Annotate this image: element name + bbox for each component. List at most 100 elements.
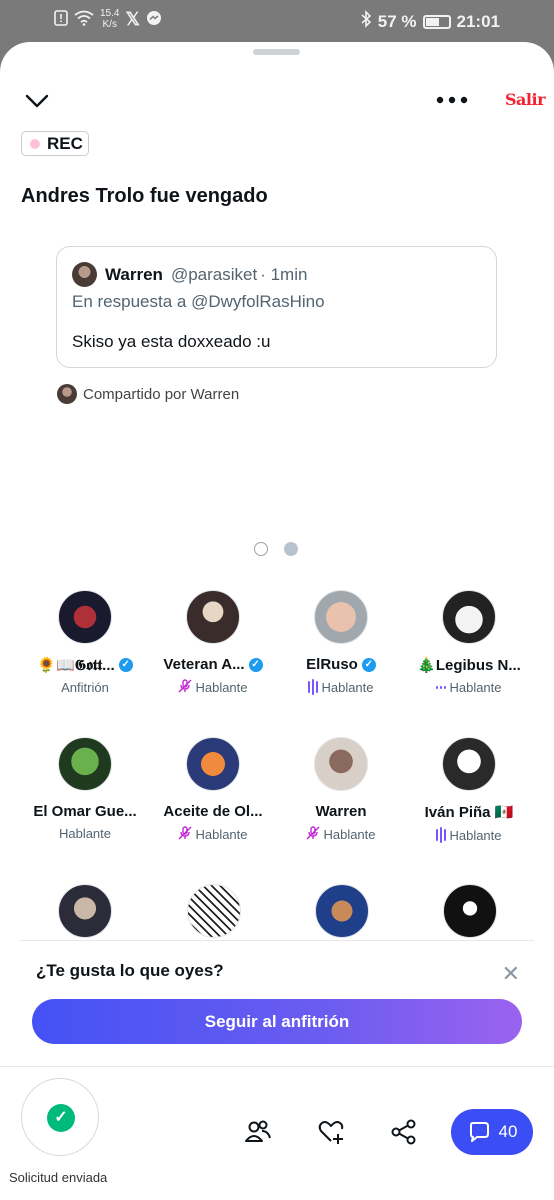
speaker-role: Hablante [58,826,112,841]
network-speed-value: 15.4 [100,8,120,19]
messenger-icon [146,10,162,29]
speaker-role: Hablante [449,680,502,695]
avatar[interactable] [314,590,368,644]
share-button[interactable] [389,1117,419,1147]
speaker-name-row: 🎄Legibus N... [405,656,533,674]
verified-badge-icon: ✓ [248,657,263,672]
speaker-name: 🌻📖𝕲𝖔𝖙𝖙... [37,657,115,674]
avatar[interactable] [186,737,240,791]
avatar[interactable] [58,737,112,791]
drag-handle[interactable] [253,49,300,55]
mic-muted-icon [178,826,192,843]
speaker-role-row: Hablante [149,826,277,843]
collapse-button[interactable] [22,86,52,114]
speaker-role: Hablante [321,679,374,695]
speaker-tile[interactable]: El Omar Gue... Hablante [21,737,149,841]
speaker-role-row: Hablante [405,680,533,695]
network-speed-unit: K/s [102,19,117,30]
tweet-author-handle: @parasiket [170,264,258,284]
verified-badge-icon: ✓ [361,657,376,672]
avatar[interactable] [314,737,368,791]
close-icon[interactable]: ✕ [502,961,520,987]
avatar[interactable] [442,590,496,644]
speaker-tile[interactable]: Veteran A... ✓ Hablante [149,590,277,696]
speaker-name: El Omar Gue... [33,803,137,820]
speaker-tile[interactable]: Warren Hablante [277,737,405,843]
reply-context[interactable]: En respuesta a @DwyfolRasHino [72,292,325,312]
speaker-role: Hablante [195,827,248,842]
avatar[interactable] [443,884,497,938]
speaker-role-row: Hablante [277,679,405,695]
heart-plus-icon [318,1121,344,1144]
mic-muted-icon [178,679,192,696]
page-dot[interactable] [254,542,268,556]
share-icon [391,1119,416,1145]
tweet-text: Skiso ya esta doxxeado :u [72,332,271,351]
speaker-tile[interactable]: Iván Piña 🇲🇽 Hablante [405,737,533,843]
recording-badge: REC [21,131,89,156]
request-status-label: Solicitud enviada [9,1170,108,1185]
speaker-role-row: Hablante [21,826,149,841]
speaker-name: Aceite de Ol... [163,803,263,820]
tweet-author-name[interactable]: Warren [105,265,163,285]
speaker-name: Warren [315,803,367,820]
chat-bubble-icon [469,1122,489,1142]
bottom-bar: ✓ Solicitud enviada 40 [0,1066,554,1200]
avatar[interactable] [442,737,496,791]
comment-count: 40 [498,1122,518,1141]
speaker-name: 🎄Legibus N... [417,657,521,674]
space-title: Andres Trolo fue vengado [21,185,268,207]
speaker-role: Hablante [449,827,502,843]
avatar[interactable] [315,884,369,938]
follow-prompt: ¿Te gusta lo que oyes? ✕ Seguir al anfit… [20,940,534,1060]
speaker-name-row: Warren [277,803,405,820]
avatar[interactable] [186,590,240,644]
speaker-tile[interactable]: 🎄Legibus N... Hablante [405,590,533,695]
speaker-tile[interactable]: Aceite de Ol... Hablante [149,737,277,843]
idle-indicator-icon [436,686,447,689]
avatar[interactable] [187,884,241,938]
space-sheet: Salir REC Andres Trolo fue vengado Warre… [0,42,554,1200]
speaker-name-row: ElRuso ✓ [277,656,405,673]
battery-percent: 57 % [377,11,417,31]
shared-by: Compartido por Warren [57,384,239,404]
more-icon [436,96,468,104]
avatar[interactable] [72,262,97,287]
alert-icon [54,9,68,29]
avatar[interactable] [58,590,112,644]
speaker-role-row: Hablante [405,827,533,843]
speaker-tile[interactable]: 🌻📖𝕲𝖔𝖙𝖙... ✓ Anfitrión [21,590,149,695]
speaker-name-row: El Omar Gue... [21,803,149,820]
check-icon: ✓ [47,1104,75,1132]
speaker-tile[interactable]: ElRuso ✓ Hablante [277,590,405,695]
speaker-role: Hablante [195,680,248,695]
comments-button[interactable]: 40 [451,1109,533,1155]
pinned-tweet[interactable]: Warren @parasiket · 1min En respuesta a … [56,246,497,368]
page-dot-active[interactable] [284,542,298,556]
speaker-role-row: Anfitrión [21,680,149,695]
x-logo-icon: 𝕏 [125,8,140,29]
avatar [57,384,77,404]
speaker-name-row: 🌻📖𝕲𝖔𝖙𝖙... ✓ [21,656,149,674]
speaker-name-row: Iván Piña 🇲🇽 [405,803,533,821]
people-icon [245,1120,271,1142]
shared-by-label: Compartido por Warren [83,385,240,403]
chevron-down-icon [25,94,49,108]
request-status-button[interactable]: ✓ [21,1078,99,1156]
record-dot-icon [30,138,40,149]
bluetooth-icon [360,10,372,33]
participants-button[interactable] [243,1117,273,1147]
wifi-icon [74,10,94,29]
network-speed: 15.4 K/s [100,8,119,30]
avatar[interactable] [58,884,112,938]
speaker-role: Anfitrión [61,680,109,695]
speaker-role-row: Hablante [277,826,405,843]
more-options-button[interactable] [434,88,470,112]
follow-host-button[interactable]: Seguir al anfitrión [32,999,522,1044]
recording-label: REC [47,133,83,153]
speaker-name-row: Aceite de Ol... [149,803,277,820]
speaking-indicator-icon [308,679,319,695]
exit-button[interactable]: Salir [505,90,546,109]
react-button[interactable] [316,1117,346,1147]
clock: 21:01 [456,11,500,31]
